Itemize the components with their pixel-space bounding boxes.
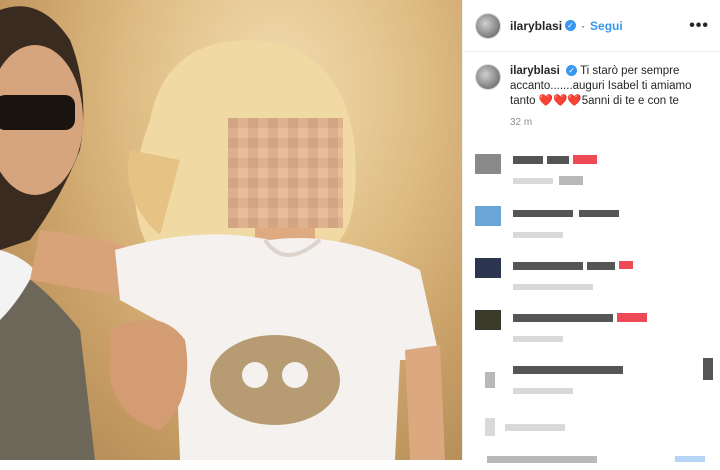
post-sidebar: ilaryblasi ✓ · Segui ••• ilaryblasi ✓ Ti…	[462, 0, 720, 463]
photo-illustration	[0, 6, 445, 460]
comment	[475, 254, 709, 306]
follow-button[interactable]: Segui	[590, 19, 623, 33]
more-options-icon[interactable]: •••	[689, 17, 709, 35]
comment	[475, 410, 709, 450]
comment	[475, 150, 709, 202]
post-header: ilaryblasi ✓ · Segui •••	[463, 0, 720, 52]
commenter-avatar[interactable]	[475, 310, 501, 330]
post-time: 32 m	[510, 117, 533, 128]
verified-badge-icon: ✓	[565, 20, 577, 31]
caption-text: ilaryblasi ✓ Ti starò per sempre accanto…	[510, 64, 709, 109]
comment-list	[475, 150, 713, 470]
avatar[interactable]	[475, 12, 501, 39]
caption-verified-icon: ✓	[566, 65, 578, 77]
comment	[475, 202, 709, 254]
caption-avatar[interactable]	[475, 64, 501, 90]
username[interactable]: ilaryblasi	[510, 19, 562, 33]
caption-username[interactable]: ilaryblasi	[510, 65, 560, 77]
comment	[475, 450, 709, 470]
pixelated-face	[228, 118, 343, 228]
comment	[475, 306, 709, 358]
commenter-avatar[interactable]	[475, 206, 501, 226]
separator-dot: ·	[581, 18, 586, 33]
comment	[475, 358, 713, 410]
post-photo	[0, 0, 462, 460]
caption: ilaryblasi ✓ Ti starò per sempre accanto…	[463, 52, 720, 109]
commenter-avatar[interactable]	[475, 154, 501, 174]
commenter-avatar[interactable]	[475, 258, 501, 278]
